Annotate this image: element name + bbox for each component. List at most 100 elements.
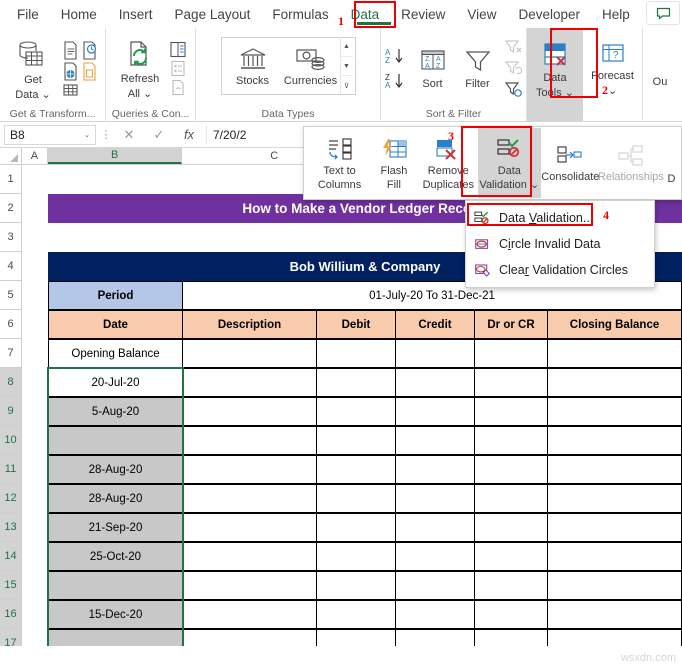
enter-formula-button[interactable]: ✓ — [146, 125, 172, 145]
cell-description-row10[interactable] — [182, 426, 317, 455]
cell-debit-row16[interactable] — [316, 600, 396, 629]
data-types-scrollbar[interactable]: ▲ ▼ ⊽ — [339, 37, 353, 95]
tab-page-layout[interactable]: Page Layout — [164, 3, 262, 26]
row-header-1[interactable]: 1 — [0, 165, 21, 194]
header-dr-or-cr[interactable]: Dr or CR — [474, 310, 548, 339]
column-header-a[interactable]: A — [21, 148, 48, 164]
stocks-button[interactable]: Stocks — [224, 46, 282, 87]
cell-closing-row9[interactable] — [547, 397, 682, 426]
name-box[interactable]: B8 ⌄ — [4, 124, 96, 145]
cell-credit-row16[interactable] — [395, 600, 475, 629]
row-header-12[interactable]: 12 — [0, 484, 21, 513]
tab-view[interactable]: View — [456, 3, 507, 26]
advanced-filter-icon[interactable] — [504, 81, 524, 98]
text-to-columns-button[interactable]: Text to Columns — [310, 135, 369, 192]
cell-drcr-row9[interactable] — [474, 397, 548, 426]
cell-closing-row11[interactable] — [547, 455, 682, 484]
queries-connections-icon[interactable] — [169, 41, 187, 58]
cell-date-row13[interactable]: 21-Sep-20 — [48, 513, 183, 542]
cell-debit-row17[interactable] — [316, 629, 396, 646]
cell-credit-row10[interactable] — [395, 426, 475, 455]
cell-debit-row9[interactable] — [316, 397, 396, 426]
cell-description-row12[interactable] — [182, 484, 317, 513]
cell-credit-row9[interactable] — [395, 397, 475, 426]
cell-closing-row7[interactable] — [547, 339, 682, 368]
insert-function-button[interactable]: fx — [176, 125, 202, 145]
cell-debit-row11[interactable] — [316, 455, 396, 484]
cell-drcr-row11[interactable] — [474, 455, 548, 484]
cell-closing-row14[interactable] — [547, 542, 682, 571]
cell-debit-row14[interactable] — [316, 542, 396, 571]
cell-credit-row17[interactable] — [395, 629, 475, 646]
get-data-button[interactable]: Get Data ⌄ — [7, 36, 59, 101]
cell-debit-row10[interactable] — [316, 426, 396, 455]
row-header-6[interactable]: 6 — [0, 310, 21, 339]
clear-filter-icon[interactable] — [504, 39, 524, 56]
gallery-scroll-down[interactable]: ▼ — [340, 57, 353, 77]
cell-closing-row10[interactable] — [547, 426, 682, 455]
edit-links-icon[interactable] — [169, 79, 187, 96]
tab-file[interactable]: File — [6, 3, 50, 26]
cell-drcr-row15[interactable] — [474, 571, 548, 600]
cell-closing-row15[interactable] — [547, 571, 682, 600]
menu-item-data-validation[interactable]: Data Validation... — [466, 205, 654, 231]
cell-description-row7[interactable] — [182, 339, 317, 368]
manage-data-model-button[interactable]: D — [662, 141, 681, 186]
row-header-13[interactable]: 13 — [0, 513, 21, 542]
from-recent-sources-icon[interactable] — [81, 40, 98, 60]
reapply-filter-icon[interactable] — [504, 60, 524, 77]
cell-date-row14[interactable]: 25-Oct-20 — [48, 542, 183, 571]
row-header-17[interactable]: 17 — [0, 629, 21, 646]
row-header-10[interactable]: 10 — [0, 426, 21, 455]
select-all-corner[interactable] — [0, 148, 22, 164]
cell-date-row7[interactable]: Opening Balance — [48, 339, 183, 368]
cell-date-row12[interactable]: 28-Aug-20 — [48, 484, 183, 513]
header-closing-balance[interactable]: Closing Balance — [547, 310, 682, 339]
cell-description-row11[interactable] — [182, 455, 317, 484]
cell-closing-row12[interactable] — [547, 484, 682, 513]
cell-credit-row7[interactable] — [395, 339, 475, 368]
cell-date-row11[interactable]: 28-Aug-20 — [48, 455, 183, 484]
existing-connections-icon[interactable] — [62, 83, 79, 97]
header-description[interactable]: Description — [182, 310, 317, 339]
cell-closing-row16[interactable] — [547, 600, 682, 629]
cell-description-row15[interactable] — [182, 571, 317, 600]
row-header-4[interactable]: 4 — [0, 252, 21, 281]
filter-button[interactable]: Filter — [458, 46, 498, 91]
period-label-cell[interactable]: Period — [48, 281, 183, 310]
tab-insert[interactable]: Insert — [108, 3, 164, 26]
cancel-formula-button[interactable]: ✕ — [116, 125, 142, 145]
header-credit[interactable]: Credit — [395, 310, 475, 339]
cell-description-row17[interactable] — [182, 629, 317, 646]
refresh-all-button[interactable]: Refresh All ⌄ — [114, 37, 166, 100]
cell-credit-row14[interactable] — [395, 542, 475, 571]
row-header-2[interactable]: 2 — [0, 194, 21, 223]
cell-drcr-row13[interactable] — [474, 513, 548, 542]
flash-fill-button[interactable]: Flash Fill — [369, 135, 419, 192]
row-header-3[interactable]: 3 — [0, 223, 21, 252]
sort-button[interactable]: Z A A Z Sort — [414, 46, 452, 91]
cell-credit-row11[interactable] — [395, 455, 475, 484]
from-table-icon[interactable] — [81, 61, 98, 81]
cell-debit-row13[interactable] — [316, 513, 396, 542]
cell-date-row10[interactable] — [48, 426, 183, 455]
comments-button[interactable] — [646, 1, 680, 25]
cell-date-row15[interactable] — [48, 571, 183, 600]
cell-credit-row15[interactable] — [395, 571, 475, 600]
sort-ascending-icon[interactable]: A Z — [384, 47, 408, 65]
cell-closing-row17[interactable] — [547, 629, 682, 646]
cell-date-row17[interactable] — [48, 629, 183, 646]
cell-date-row16[interactable]: 15-Dec-20 — [48, 600, 183, 629]
cell-debit-row12[interactable] — [316, 484, 396, 513]
tab-home[interactable]: Home — [50, 3, 108, 26]
cell-date-row9[interactable]: 5-Aug-20 — [48, 397, 183, 426]
cell-drcr-row10[interactable] — [474, 426, 548, 455]
cell-drcr-row8[interactable] — [474, 368, 548, 397]
cell-drcr-row14[interactable] — [474, 542, 548, 571]
tab-review[interactable]: Review — [390, 3, 456, 26]
cell-drcr-row17[interactable] — [474, 629, 548, 646]
outline-button[interactable]: Ou — [645, 48, 675, 89]
forecast-sheet-button[interactable]: ? Forecast ⌄ — [587, 40, 639, 97]
ribbon-group-data-tools[interactable]: Data Tools ⌄ — [527, 28, 583, 122]
cell-drcr-row16[interactable] — [474, 600, 548, 629]
